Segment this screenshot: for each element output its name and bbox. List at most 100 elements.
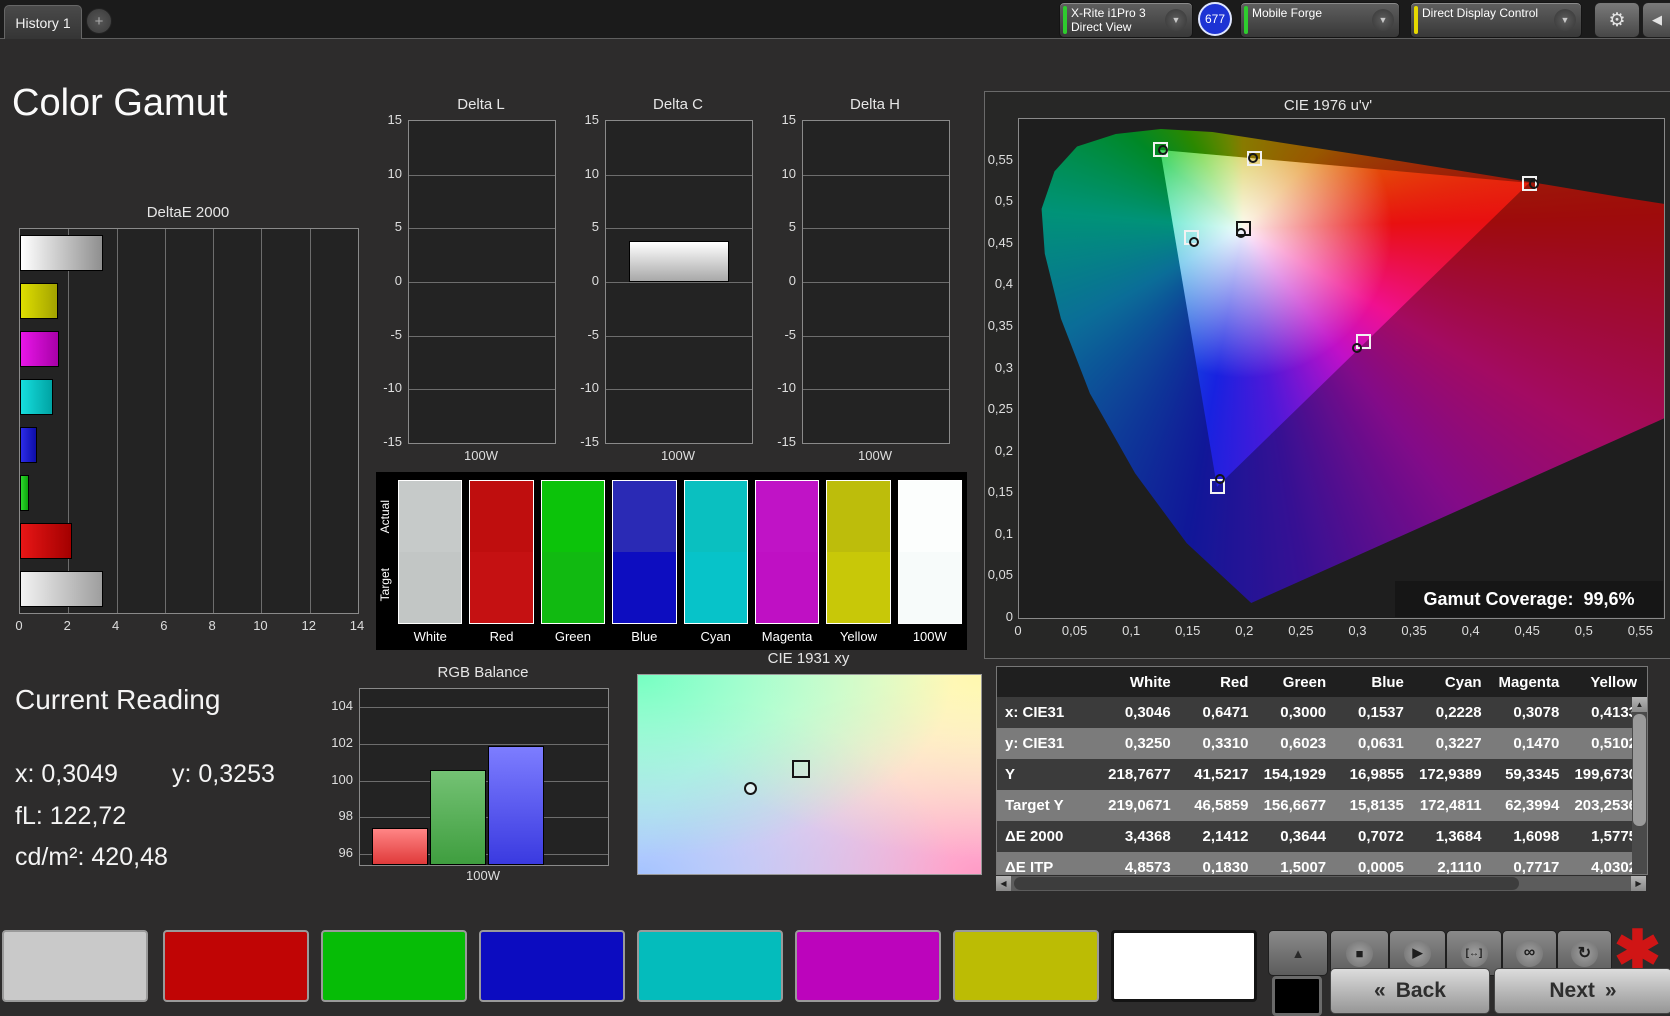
gridline: [409, 228, 555, 230]
table-cell: 1,5007: [1280, 859, 1327, 875]
table-header-row: White Red Green Blue Cyan Magenta Yellow: [997, 667, 1647, 697]
gridline: [409, 282, 555, 283]
patch-list-up-button[interactable]: ▲: [1268, 930, 1328, 976]
table-row: ΔE 2000 3,4368 2,1412 0,3644 0,7072 1,3684 1,6…: [997, 821, 1647, 852]
x-tick-label: 0,35: [1401, 623, 1427, 638]
cie1931-plot-area: [637, 674, 982, 875]
blue-measured-marker: [1214, 473, 1225, 484]
measure-icon: [↔]: [1465, 947, 1483, 959]
y-tick-label: 100: [331, 771, 353, 787]
rgb-balance-plot-area: [359, 688, 609, 866]
calman-color-gamut-page: { "top_bar": { "tab_label": "History 1",…: [0, 0, 1670, 1016]
table-cell: 62,3994: [1505, 797, 1560, 814]
deltae-bar-white: [20, 235, 103, 271]
actual-swatch: [541, 481, 605, 552]
swatch-yellow: Yellow: [826, 480, 891, 644]
y-tick-label: 0: [394, 273, 402, 288]
gridline: [409, 174, 555, 176]
target-row-label: Target: [378, 568, 392, 602]
deltae-bar-red: [20, 523, 72, 559]
swatch-label: Cyan: [700, 629, 731, 644]
gridline: [409, 335, 555, 337]
target-swatch: [755, 552, 819, 623]
scroll-up-arrow-icon[interactable]: ▲: [1632, 697, 1647, 712]
white-measured-marker: [744, 782, 758, 796]
delta-l-chart: Delta L 100W 15 10 5 0 -5 -10 -15: [374, 96, 556, 476]
patch-button-magenta[interactable]: [795, 930, 941, 1002]
patch-button-white-active[interactable]: [1111, 930, 1257, 1002]
y-tick-label: -5: [784, 326, 796, 342]
x-tick-label: 6: [160, 618, 168, 633]
deltae-bar-green: [20, 475, 29, 511]
meter-dropdown[interactable]: X-Rite i1Pro 3 Direct View ▼: [1059, 2, 1193, 38]
x-axis-label: 100W: [858, 448, 892, 463]
swatch-white: White: [398, 480, 463, 644]
y-tick-label: 15: [584, 112, 599, 127]
top-bar: History 1 + X-Rite i1Pro 3 Direct View ▼…: [0, 0, 1670, 39]
y-tick-label: -10: [777, 380, 796, 396]
pattern-source-dropdown[interactable]: Mobile Forge ▼: [1240, 2, 1400, 38]
actual-swatch: [684, 481, 747, 552]
patch-button-cyan[interactable]: [637, 930, 783, 1002]
table-row: Y 218,7677 41,5217 154,1929 16,9855 172,9389 5…: [997, 759, 1647, 790]
scroll-right-arrow-icon[interactable]: ▶: [1631, 876, 1646, 891]
table-horizontal-scrollbar[interactable]: ◀ ▶: [996, 876, 1646, 891]
y-tick-label: 5: [394, 219, 402, 235]
table-cell: 15,8135: [1349, 797, 1404, 814]
table-cell: 0,0631: [1357, 735, 1404, 752]
vertical-scroll-thumb[interactable]: [1633, 714, 1646, 826]
y-tick-label: 15: [781, 112, 796, 127]
y-tick-label: 0,35: [987, 317, 1013, 333]
patch-button-white[interactable]: [2, 930, 148, 1002]
back-button[interactable]: « Back: [1330, 968, 1490, 1014]
table-cell: 59,3345: [1505, 766, 1560, 783]
settings-button[interactable]: ⚙: [1594, 2, 1640, 38]
rgb-balance-chart: RGB Balance 100W 104 102 100 98 96: [325, 664, 609, 883]
scroll-left-arrow-icon[interactable]: ◀: [996, 876, 1011, 891]
table-cell: 0,7072: [1357, 828, 1404, 845]
actual-swatch: [613, 481, 676, 552]
patch-button-yellow[interactable]: [953, 930, 1099, 1002]
refresh-icon: ↻: [1577, 945, 1592, 962]
actual-target-swatch-panel: Actual Target White Red Green Blue Cyan Magen…: [376, 472, 967, 650]
chart-title: CIE 1976 u'v': [1283, 97, 1373, 114]
x-tick-label: 0,05: [1061, 623, 1088, 638]
yellow-measured-marker: [1247, 152, 1258, 163]
y-tick-label: 0,55: [987, 151, 1013, 167]
white-target-marker: [791, 759, 810, 778]
column-header: Green: [1282, 673, 1327, 691]
patch-button-blue[interactable]: [479, 930, 625, 1002]
swatch-label: Yellow: [839, 629, 877, 644]
table-cell: 0,1830: [1202, 859, 1249, 875]
table-vertical-scrollbar[interactable]: ▲: [1632, 697, 1647, 874]
patch-button-red[interactable]: [163, 930, 309, 1002]
tab-history-1[interactable]: History 1: [4, 5, 82, 39]
x-axis-label: 100W: [464, 448, 498, 463]
horizontal-scroll-thumb[interactable]: [1014, 877, 1519, 890]
table-cell: 154,1929: [1263, 766, 1327, 783]
swatch-body: [897, 480, 962, 624]
target-swatch: [399, 552, 462, 623]
gridline: [803, 335, 949, 337]
swatch-label: White: [413, 629, 447, 644]
x-tick-label: 0,4: [1461, 623, 1480, 638]
add-tab-button[interactable]: +: [86, 8, 112, 34]
table-row: Target Y 219,0671 46,5859 156,6677 15,8135 17…: [997, 790, 1647, 821]
meter-status-strip: [1063, 6, 1067, 34]
display-control-dropdown[interactable]: Direct Display Control ▼: [1410, 2, 1582, 38]
y-tick-label: 0,4: [994, 276, 1013, 292]
chart-title: Delta H: [849, 96, 901, 113]
next-button[interactable]: Next »: [1494, 968, 1670, 1014]
actual-swatch: [827, 481, 890, 552]
patch-button-green[interactable]: [321, 930, 467, 1002]
table-cell: 2,1110: [1437, 859, 1482, 875]
swatch-magenta: Magenta: [754, 480, 820, 644]
table-row: x: CIE31 0,3046 0,6471 0,3000 0,1537 0,2228 0,…: [997, 697, 1647, 728]
measurement-table: White Red Green Blue Cyan Magenta Yellow x: CIE…: [996, 666, 1648, 875]
y-tick-label: 10: [781, 165, 796, 181]
row-label: x: CIE31: [1005, 704, 1065, 721]
y-tick-label: 0,15: [987, 484, 1013, 500]
collapse-panel-button[interactable]: ◀: [1642, 2, 1670, 38]
deltae-bar-magenta: [20, 331, 59, 367]
x-tick-label: 0,45: [1514, 623, 1540, 638]
